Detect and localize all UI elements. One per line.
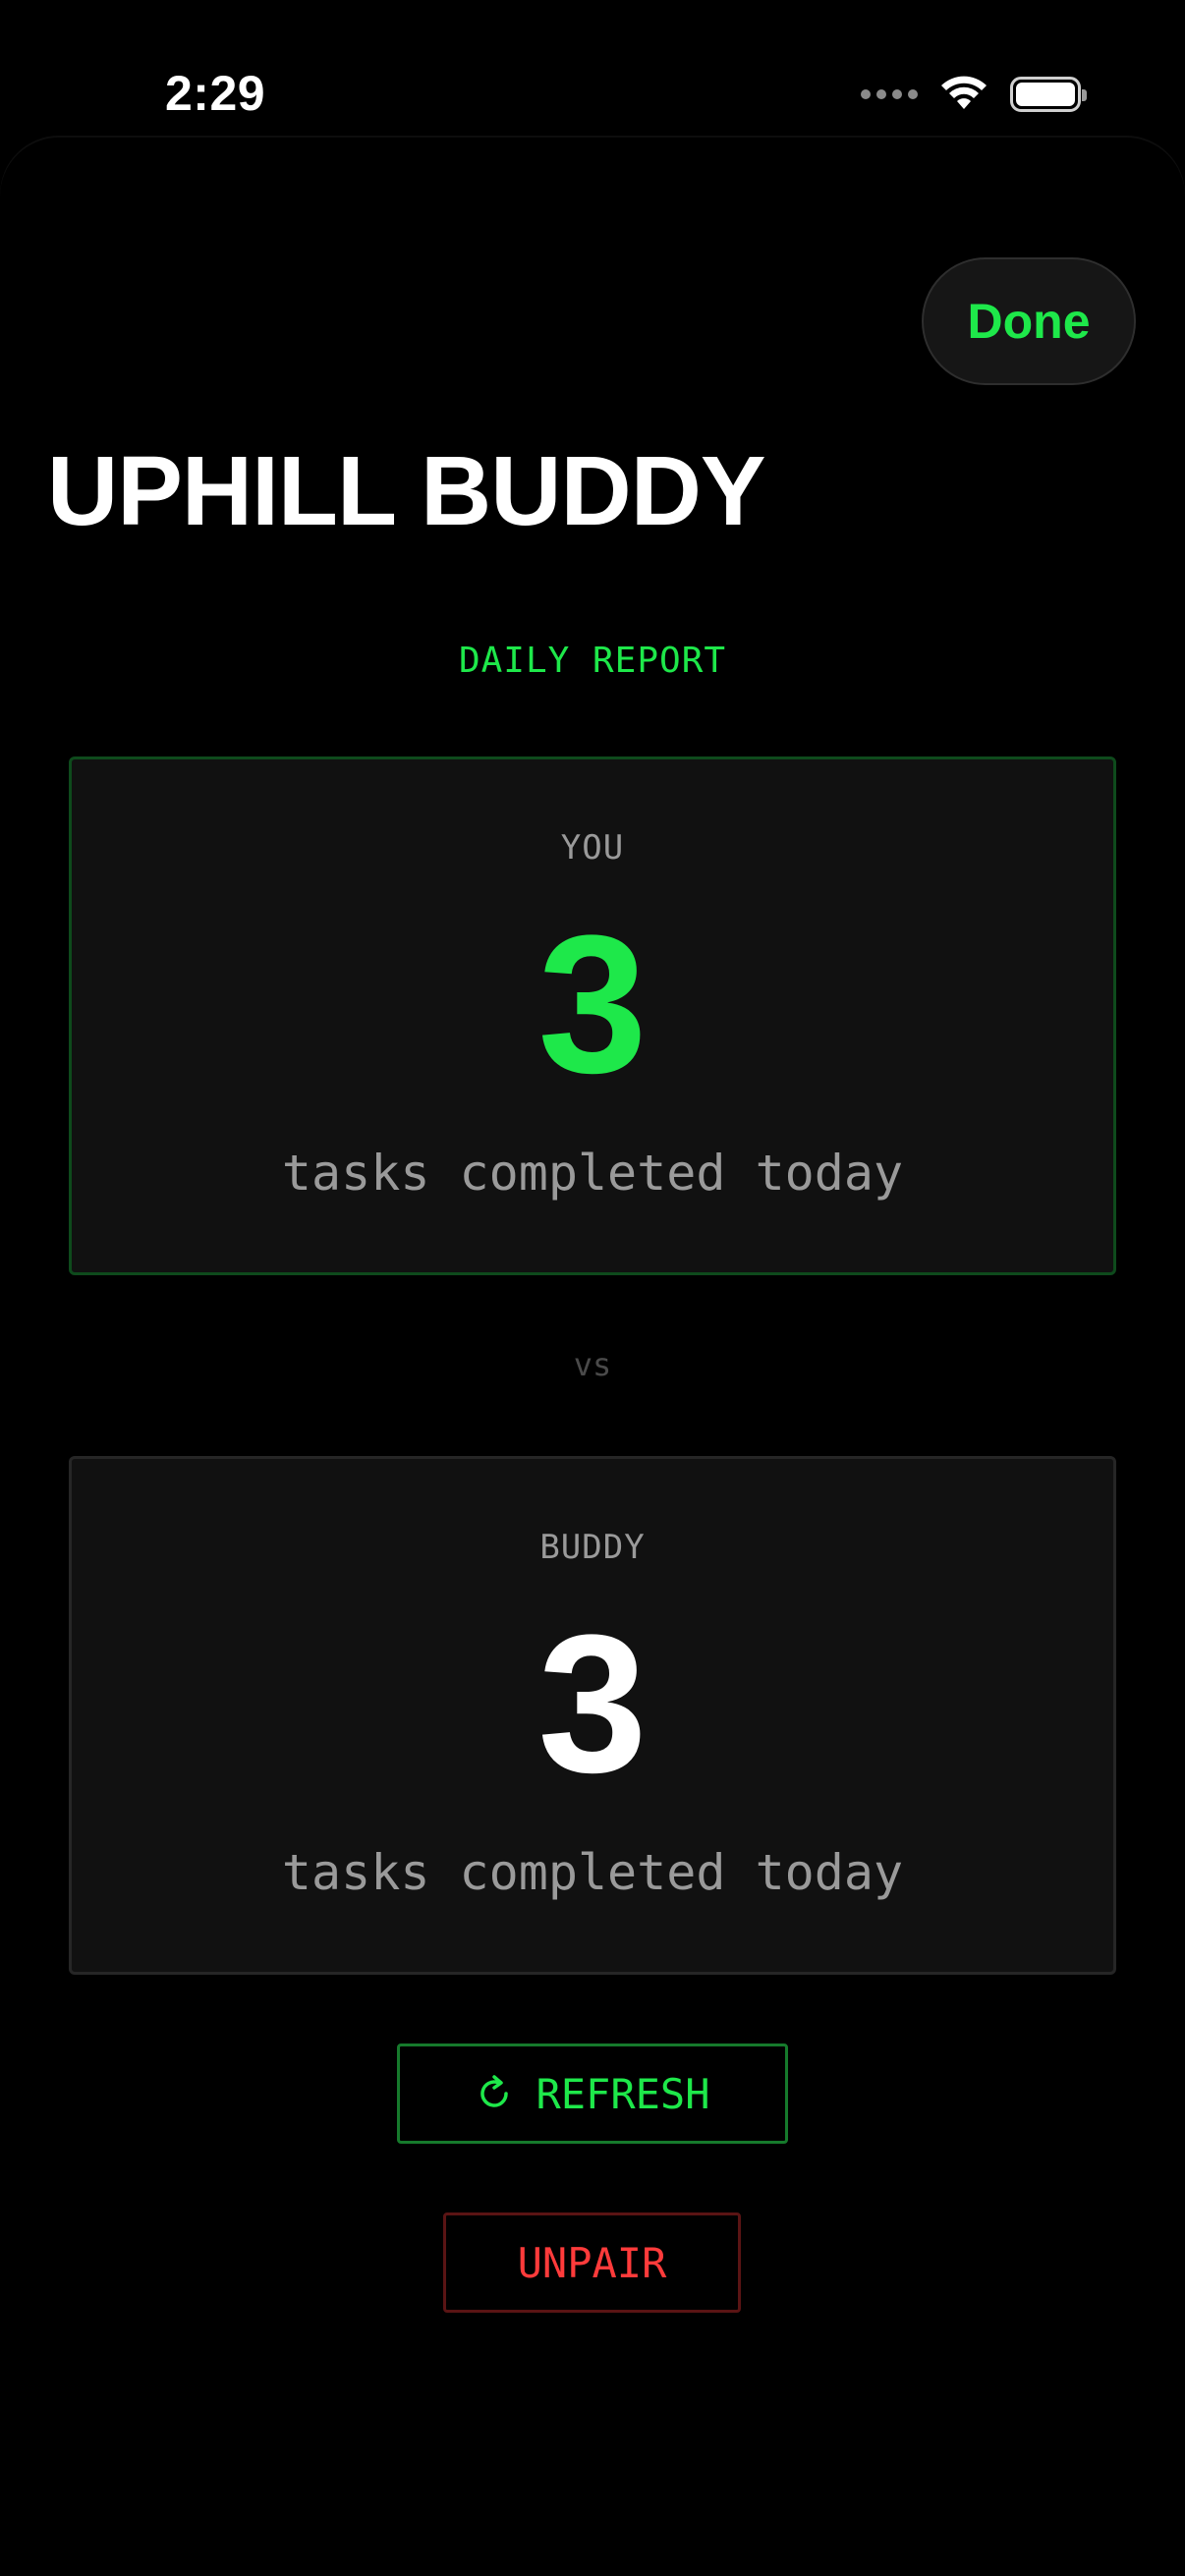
buddy-card: BUDDY 3 tasks completed today bbox=[69, 1456, 1116, 1975]
unpair-button[interactable]: UNPAIR bbox=[443, 2212, 741, 2313]
refresh-button[interactable]: REFRESH bbox=[397, 2044, 788, 2144]
buddy-caption: tasks completed today bbox=[281, 1844, 904, 1901]
status-time: 2:29 bbox=[165, 66, 266, 121]
daily-report-label: DAILY REPORT bbox=[458, 641, 727, 681]
you-card: YOU 3 tasks completed today bbox=[69, 756, 1116, 1275]
done-button[interactable]: Done bbox=[922, 257, 1136, 385]
battery-icon bbox=[1010, 77, 1087, 112]
you-caption: tasks completed today bbox=[281, 1145, 904, 1202]
you-label: YOU bbox=[560, 828, 625, 868]
buddy-task-count: 3 bbox=[537, 1595, 648, 1814]
cellular-signal-icon bbox=[861, 89, 918, 99]
page-title: UPHILL BUDDY bbox=[47, 436, 766, 546]
wifi-icon bbox=[939, 74, 988, 116]
status-bar: 2:29 bbox=[0, 0, 1185, 128]
vs-label: vs bbox=[573, 1346, 612, 1383]
buddy-label: BUDDY bbox=[539, 1528, 646, 1567]
refresh-label: REFRESH bbox=[536, 2069, 710, 2118]
you-task-count: 3 bbox=[537, 895, 648, 1114]
status-icons bbox=[861, 73, 1087, 116]
refresh-icon bbox=[475, 2074, 514, 2113]
